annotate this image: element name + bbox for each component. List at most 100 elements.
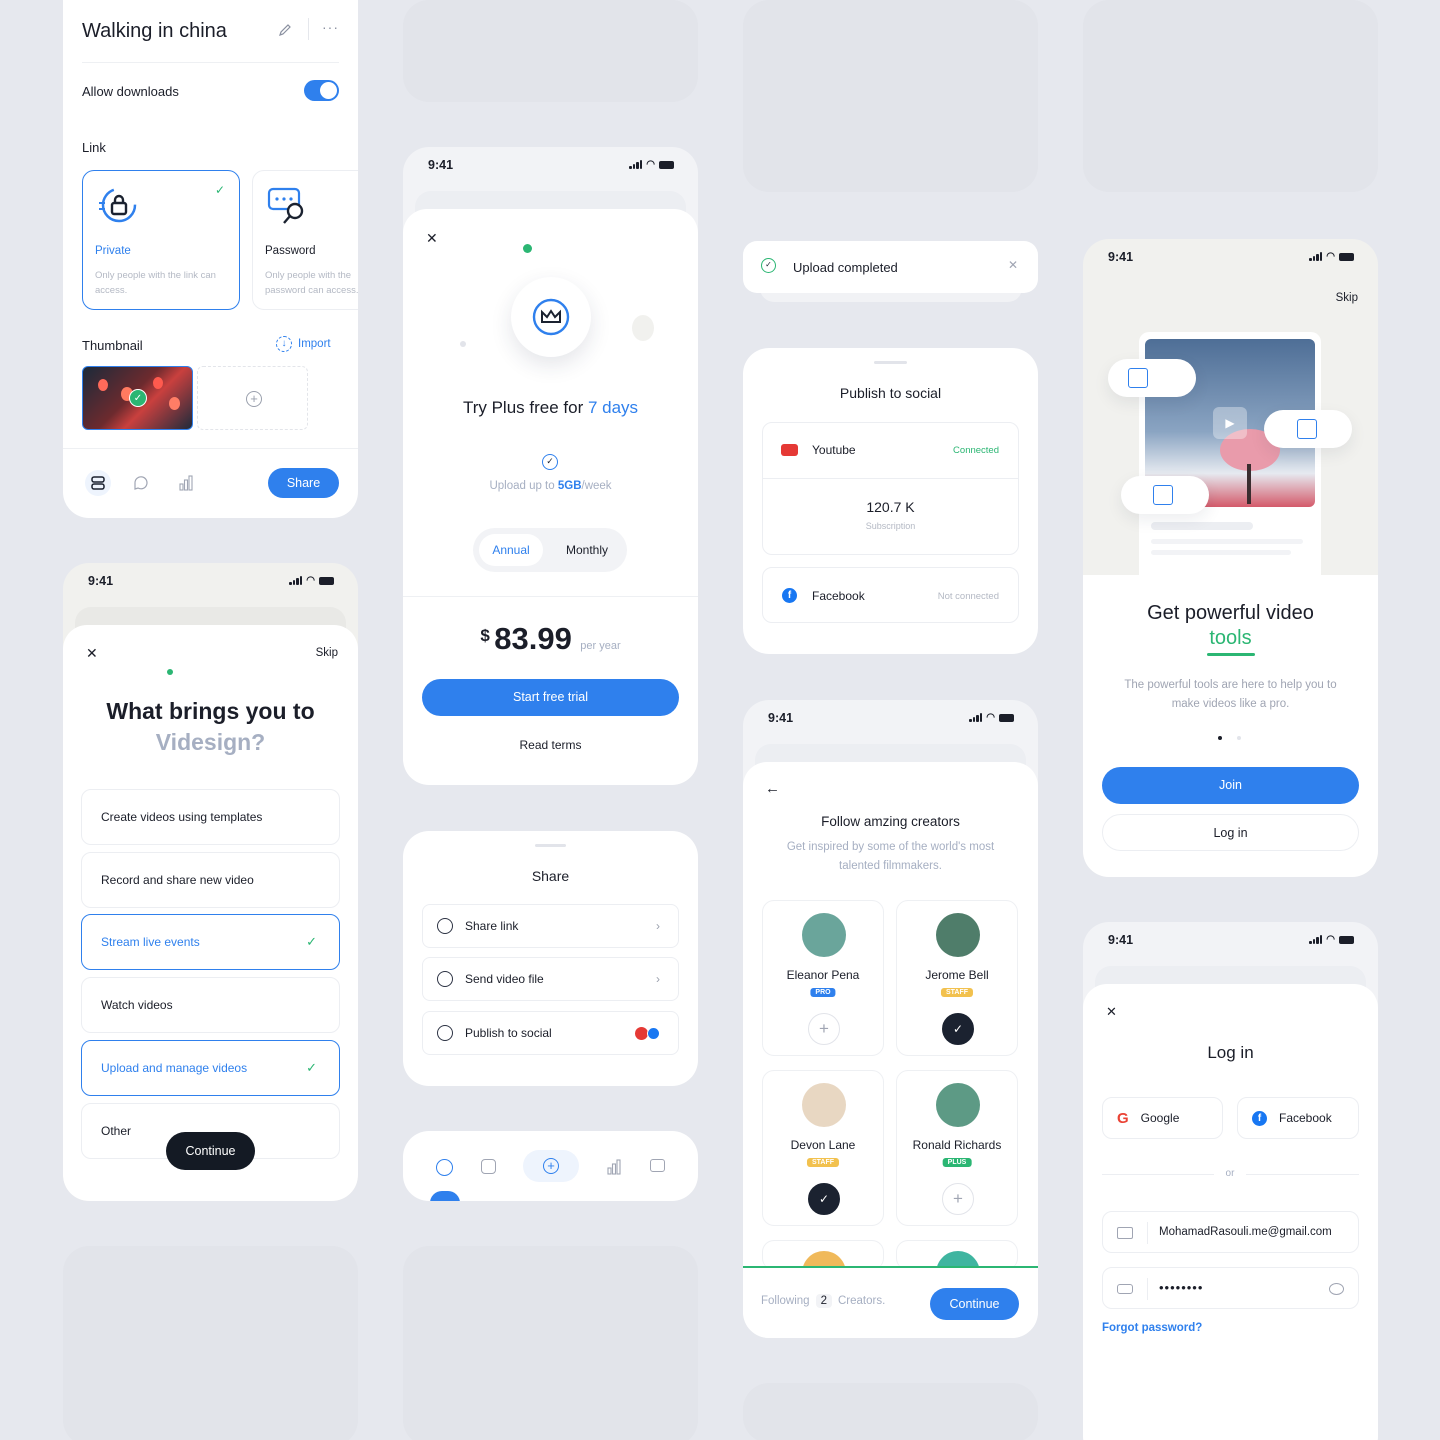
comment-icon[interactable] <box>133 475 149 491</box>
option-create-videos[interactable]: Create videos using templates <box>81 789 340 845</box>
allow-downloads-toggle[interactable] <box>304 80 339 101</box>
option-upload-manage[interactable]: Upload and manage videos ✓ <box>81 1040 340 1096</box>
publish-social-row[interactable]: Publish to social <box>422 1011 679 1055</box>
settings-nav-icon[interactable] <box>85 470 111 496</box>
tab-monthly[interactable]: Monthly <box>553 534 621 566</box>
option-label: Stream live events <box>101 935 200 949</box>
captions-icon <box>1153 485 1173 505</box>
tools-title: Get powerful video tools <box>1083 601 1378 651</box>
start-trial-button[interactable]: Start free trial <box>422 679 679 716</box>
read-terms-link[interactable]: Read terms <box>403 738 698 752</box>
add-button[interactable]: + <box>523 1150 579 1182</box>
login-card: 9:41 ◠ ✕ Log in G Google f Facebook or M… <box>1083 922 1378 1440</box>
email-field[interactable]: MohamadRasouli.me@gmail.com <box>1102 1211 1359 1253</box>
following-button[interactable]: ✓ <box>942 1013 974 1045</box>
skip-button[interactable]: Skip <box>316 647 338 659</box>
tab-annual[interactable]: Annual <box>479 534 543 566</box>
google-login-button[interactable]: G Google <box>1102 1097 1223 1139</box>
status-bar: 9:41 ◠ <box>63 563 358 597</box>
play-icon[interactable]: ▶ <box>1213 407 1247 439</box>
option-label: Watch videos <box>101 998 173 1012</box>
close-icon[interactable]: ✕ <box>86 645 98 662</box>
check-circle-icon: ✓ <box>542 454 558 470</box>
creators-title: Follow amzing creators <box>821 814 960 829</box>
chevron-right-icon: › <box>656 972 660 986</box>
edit-tool-pill <box>1264 410 1352 448</box>
following-button[interactable]: ✓ <box>808 1183 840 1215</box>
facebook-label: Facebook <box>1279 1111 1332 1125</box>
option-label: Password <box>265 245 316 257</box>
link-option-private[interactable]: ✓ Private Only people with the link can … <box>82 170 240 310</box>
title-line-1: Get powerful video <box>1147 602 1314 624</box>
analytics-icon[interactable] <box>178 475 194 491</box>
facebook-login-button[interactable]: f Facebook <box>1237 1097 1359 1139</box>
check-icon: ✓ <box>214 183 225 197</box>
option-record-share[interactable]: Record and share new video <box>81 852 340 908</box>
drag-handle[interactable] <box>535 844 566 847</box>
title-line-2: Videsign? <box>155 729 266 755</box>
password-field[interactable]: •••••••• <box>1102 1267 1359 1309</box>
video-icon[interactable] <box>481 1159 496 1174</box>
youtube-account[interactable]: Youtube Connected 120.7 K Subscription <box>762 422 1019 555</box>
video-tools-card: 9:41 ◠ Skip ▶ Get powerful video tools T… <box>1083 239 1378 877</box>
import-label: Import <box>298 338 331 350</box>
close-icon[interactable]: ✕ <box>1106 1004 1117 1020</box>
link-option-password[interactable]: Password Only people with the password c… <box>252 170 358 310</box>
eye-icon[interactable] <box>1329 1283 1344 1295</box>
share-link-row[interactable]: Share link › <box>422 904 679 948</box>
import-icon: ↓ <box>276 336 292 352</box>
creator-name: Ronald Richards <box>912 1138 1002 1152</box>
option-watch-videos[interactable]: Watch videos <box>81 977 340 1033</box>
close-icon[interactable]: ✕ <box>1008 258 1018 272</box>
creator-badge: STAFF <box>940 988 974 997</box>
creators-subtitle: Get inspired by some of the world's most… <box>786 841 995 872</box>
footer-suffix: Creators. <box>837 1295 886 1307</box>
allow-downloads-label: Allow downloads <box>82 84 179 99</box>
avatar <box>802 1083 846 1127</box>
drag-handle[interactable] <box>874 361 907 364</box>
back-arrow-icon[interactable]: ← <box>765 780 780 797</box>
home-icon[interactable] <box>436 1159 453 1176</box>
analytics-icon[interactable] <box>606 1159 622 1175</box>
upload-prefix: Upload up to <box>489 480 558 492</box>
toast-message: Upload completed <box>793 260 898 275</box>
email-value: MohamadRasouli.me@gmail.com <box>1159 1226 1332 1238</box>
follow-button[interactable]: + <box>942 1183 974 1215</box>
status-bar: 9:41 ◠ <box>743 700 1038 734</box>
close-icon[interactable]: ✕ <box>426 230 438 247</box>
mail-icon <box>1117 1227 1133 1239</box>
follow-creators-card: 9:41 ◠ ← Follow amzing creators Get insp… <box>743 700 1038 1338</box>
creator-name: Devon Lane <box>790 1138 856 1152</box>
import-button[interactable]: ↓ Import <box>276 336 331 352</box>
status-bar: 9:41 ◠ <box>403 147 698 181</box>
status-icons: ◠ <box>289 575 334 586</box>
join-button[interactable]: Join <box>1102 767 1359 804</box>
screen-icon[interactable] <box>650 1159 665 1172</box>
follow-button[interactable]: + <box>808 1013 840 1045</box>
continue-button[interactable]: Continue <box>166 1132 255 1170</box>
more-icon[interactable]: ··· <box>322 19 339 35</box>
price: $ 83.99 per year <box>403 621 698 657</box>
forgot-password-link[interactable]: Forgot password? <box>1102 1322 1202 1334</box>
facebook-account[interactable]: f Facebook Not connected <box>762 567 1019 623</box>
share-button[interactable]: Share <box>268 468 339 498</box>
share-settings-card: Walking in china ··· Allow downloads Lin… <box>63 0 358 518</box>
footer-bar: Following 2 Creators. Continue <box>743 1266 1038 1338</box>
thumbnail-image[interactable]: ✓ <box>82 366 193 430</box>
add-thumbnail-button[interactable]: + <box>197 366 308 430</box>
background-card <box>1083 0 1378 192</box>
continue-button[interactable]: Continue <box>930 1288 1019 1320</box>
background-card <box>63 1246 358 1440</box>
login-button[interactable]: Log in <box>1102 814 1359 851</box>
title-prefix: Try Plus free for <box>462 398 588 417</box>
skip-button[interactable]: Skip <box>1336 292 1358 304</box>
onboarding-question-card: 9:41 ◠ ✕ Skip What brings you to Videsig… <box>63 563 358 1201</box>
creator-name: Jerome Bell <box>925 968 989 982</box>
youtube-status: Connected <box>953 445 999 456</box>
send-video-file-row[interactable]: Send video file › <box>422 957 679 1001</box>
option-stream-live[interactable]: Stream live events ✓ <box>81 914 340 970</box>
edit-icon[interactable] <box>277 22 293 38</box>
login-title: Log in <box>1207 1043 1254 1062</box>
thumbnail-label: Thumbnail <box>82 338 143 353</box>
creator-card: Jerome Bell STAFF ✓ <box>896 900 1018 1056</box>
